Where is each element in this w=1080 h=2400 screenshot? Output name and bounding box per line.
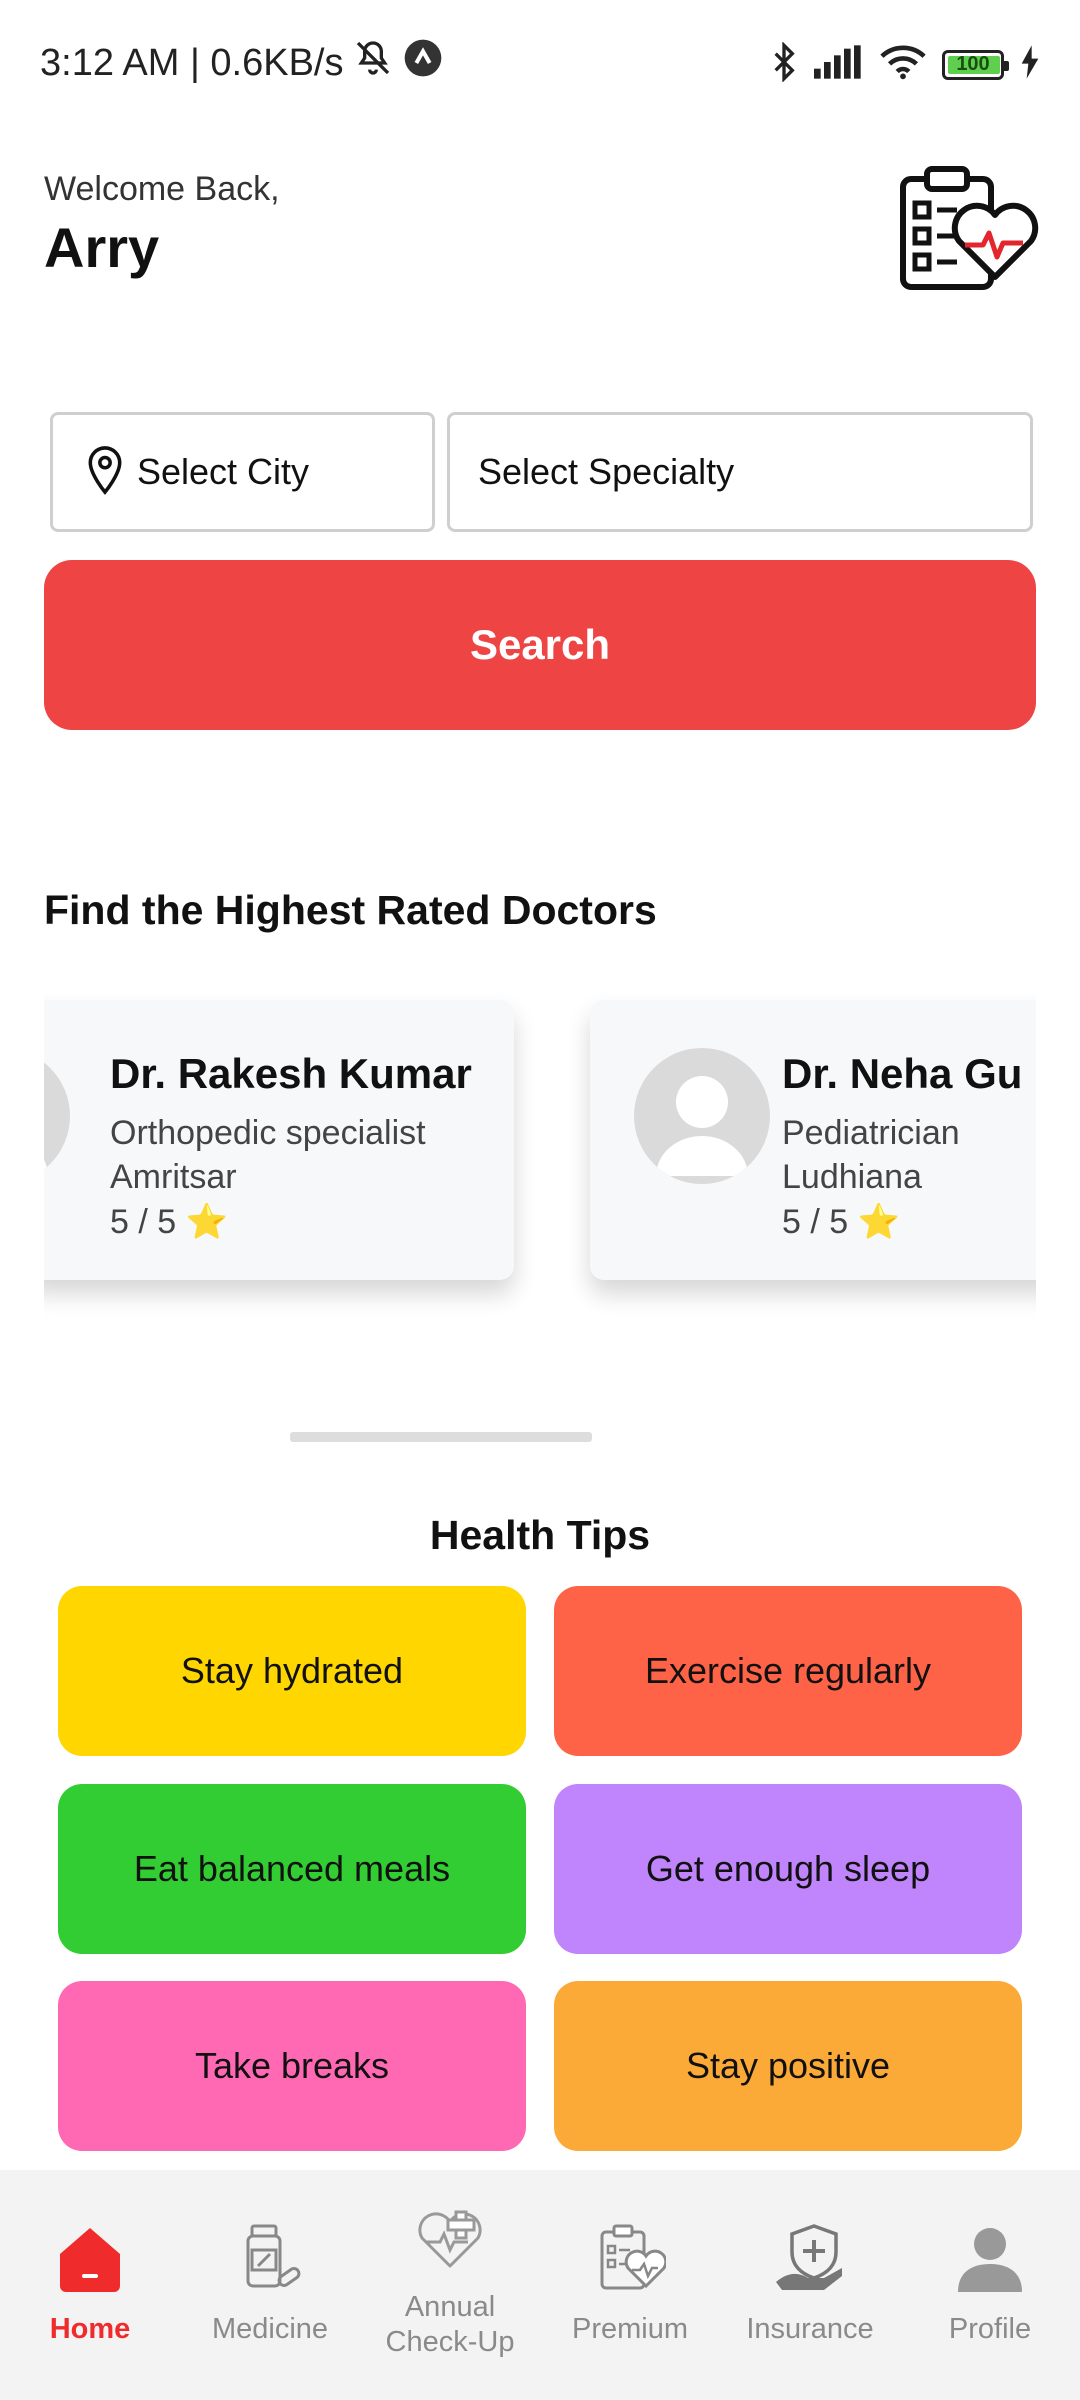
nav-profile-label: Profile [948,2313,1032,2345]
status-time: 3:12 AM | 0.6KB/s [40,41,344,84]
medicine-icon [234,2222,306,2294]
city-select[interactable]: Select City [50,412,435,532]
status-left: 3:12 AM | 0.6KB/s [40,38,443,88]
doctor-specialty: Orthopedic specialist [110,1114,426,1152]
charging-icon [1020,45,1040,84]
status-bar: 3:12 AM | 0.6KB/s 100 [0,0,1080,125]
nav-home-label: Home [49,2313,131,2345]
specialty-select-label: Select Specialty [478,451,735,492]
doctor-avatar [634,1048,770,1184]
health-tips-title: Health Tips [429,1512,651,1558]
bell-off-icon [353,38,393,88]
nav-premium[interactable]: Premium [540,2170,720,2400]
doctor-rating: 5 / 5 ⭐ [782,1203,900,1241]
doctor-card[interactable]: Dr. Neha Gu Pediatrician Ludhiana 5 / 5 … [590,1000,1036,1280]
city-select-label: Select City [137,451,310,492]
doctor-city: Amritsar [110,1158,237,1196]
status-right: 100 [770,41,1040,87]
nav-insurance[interactable]: Insurance [720,2170,900,2400]
nav-profile[interactable]: Profile [900,2170,1080,2400]
battery-icon: 100 [942,49,1009,80]
specialty-select[interactable]: Select Specialty [447,412,1033,532]
doctors-section-title: Find the Highest Rated Doctors [44,887,657,933]
doctor-card[interactable]: Dr. Rakesh Kumar Orthopedic specialist A… [44,1000,514,1280]
tip-card[interactable]: Exercise regularly [554,1586,1022,1756]
profile-icon [954,2222,1026,2294]
bluetooth-icon [770,41,798,87]
tip-card[interactable]: Take breaks [58,1981,526,2151]
nav-medicine[interactable]: Medicine [180,2170,360,2400]
heart-checkup-icon [414,2210,486,2282]
tip-card[interactable]: Get enough sleep [554,1784,1022,1954]
tip-card[interactable]: Eat balanced meals [58,1784,526,1954]
battery-level: 100 [956,53,990,75]
nav-premium-label: Premium [571,2313,688,2345]
bottom-nav: Home Medicine Annual Check-Up Premium Ins… [0,2170,1080,2400]
wifi-icon [880,44,926,85]
nav-annual-checkup[interactable]: Annual Check-Up [360,2170,540,2400]
app-notification-icon [403,38,443,88]
user-name: Arry [44,216,160,279]
doctor-rating: 5 / 5 ⭐ [110,1203,228,1241]
carousel-scrollbar[interactable] [290,1432,592,1442]
nav-insurance-label: Insurance [746,2313,874,2345]
nav-home[interactable]: Home [0,2170,180,2400]
tip-card[interactable]: Stay hydrated [58,1586,526,1756]
doctor-specialty: Pediatrician [782,1114,960,1152]
nav-annual-checkup-label: Annual Check-Up [385,2291,515,2358]
clipboard-heart-icon [594,2222,668,2294]
insurance-shield-icon [774,2222,846,2294]
tip-card[interactable]: Stay positive [554,1981,1022,2151]
home-icon [54,2222,126,2294]
nav-medicine-label: Medicine [211,2313,329,2345]
clipboard-heart-logo-icon [895,165,1040,295]
welcome-text: Welcome Back, [44,170,280,208]
doctor-name: Dr. Neha Gu [782,1050,1023,1097]
doctor-avatar [44,1048,70,1184]
location-pin-icon [87,445,123,500]
signal-icon [814,45,864,84]
doctor-carousel[interactable]: Dr. Rakesh Kumar Orthopedic specialist A… [44,990,1036,1350]
search-button[interactable]: Search [44,560,1036,730]
doctor-city: Ludhiana [782,1158,922,1196]
doctor-name: Dr. Rakesh Kumar [110,1050,472,1097]
